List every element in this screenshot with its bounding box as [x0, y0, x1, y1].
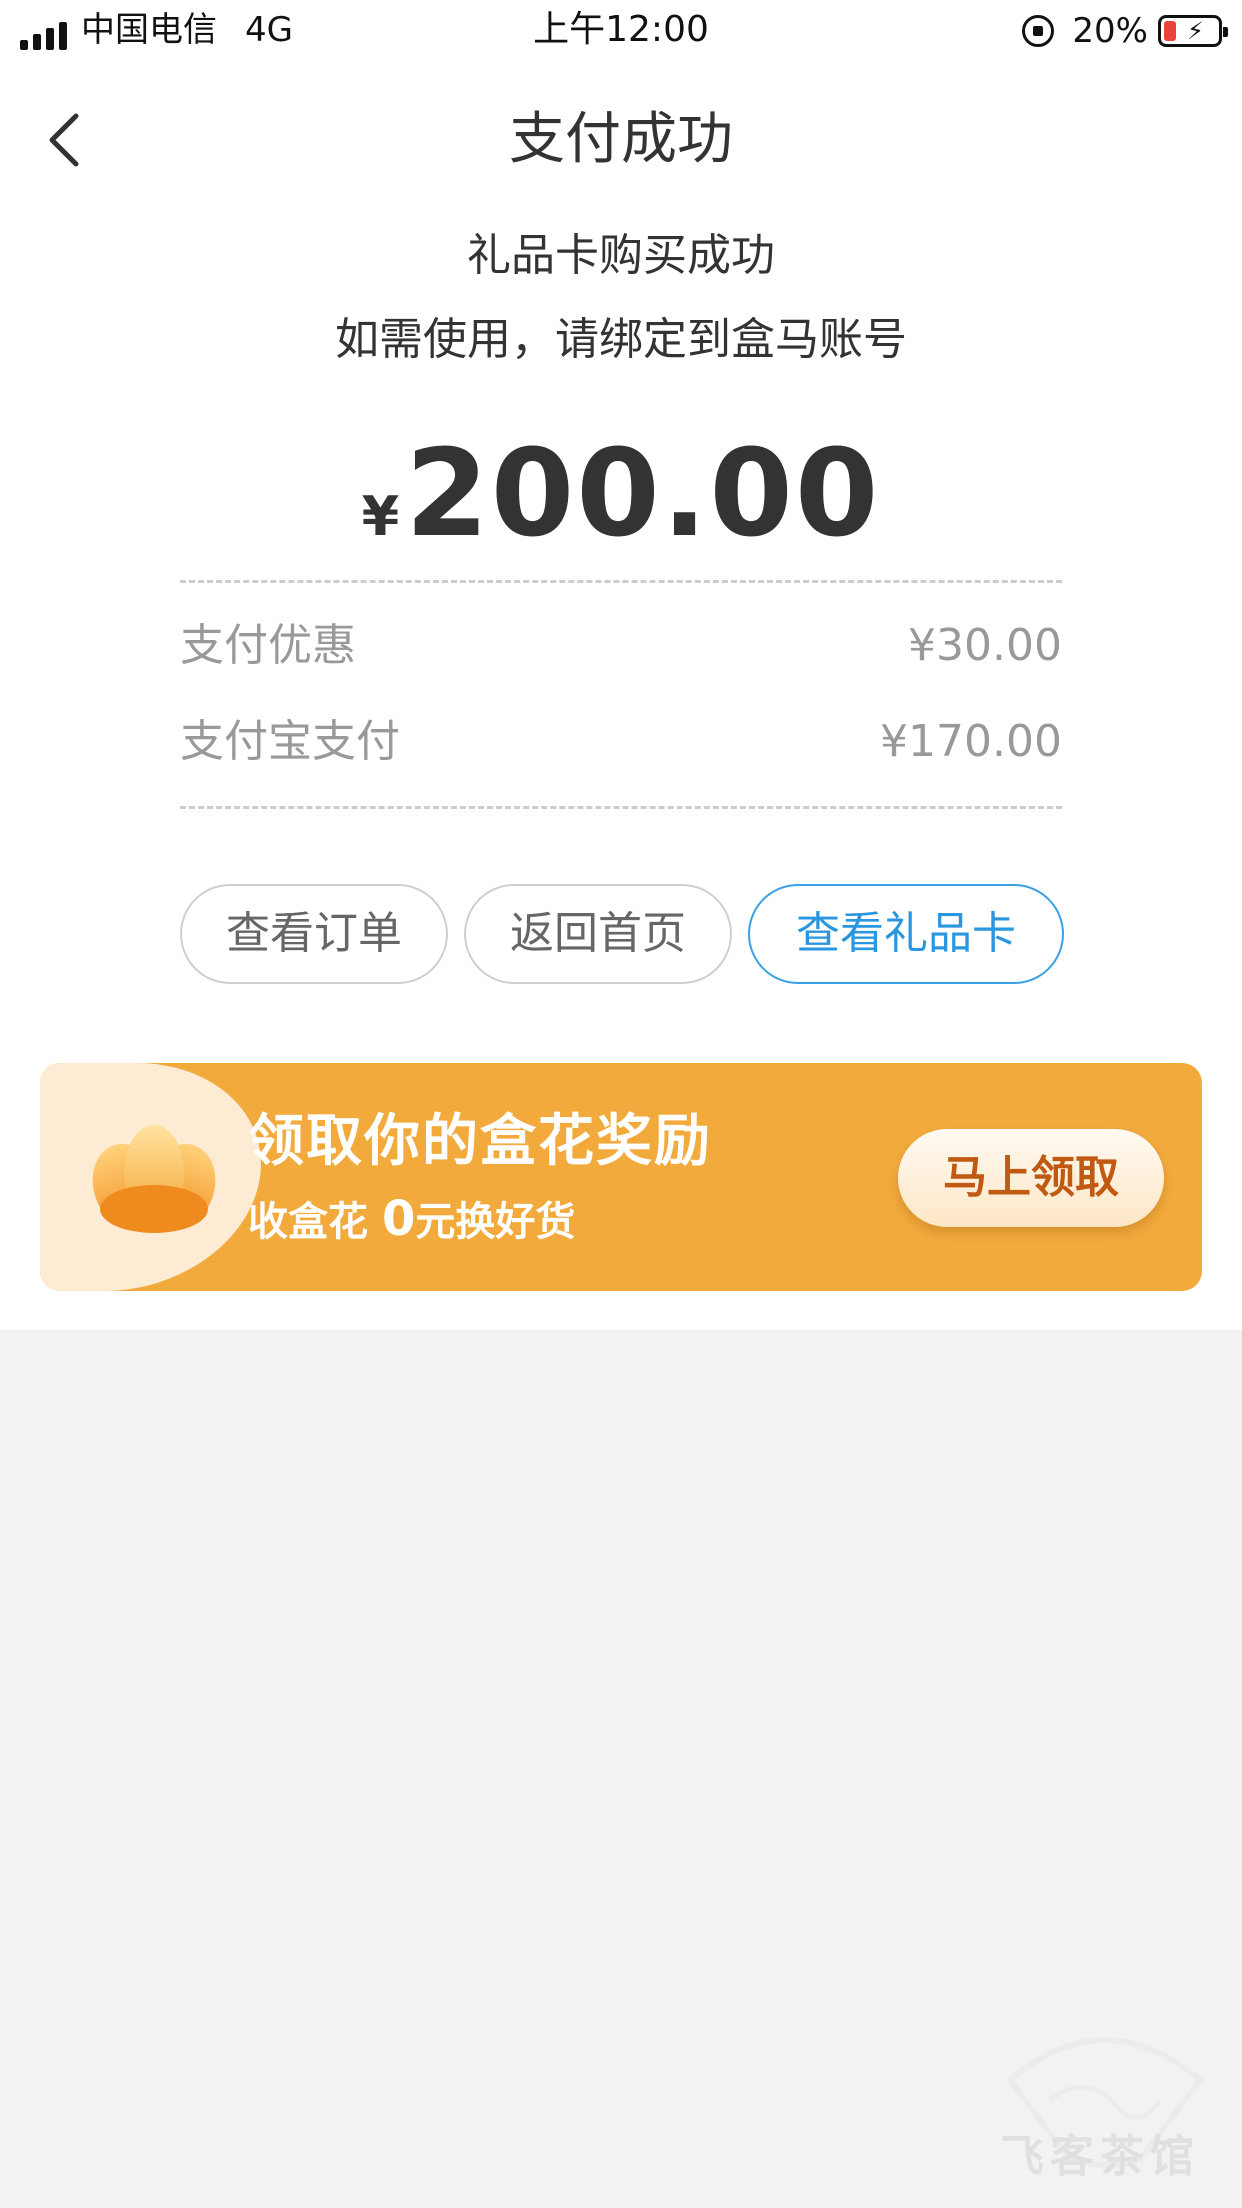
banner-title: 领取你的盒花奖励: [248, 1109, 712, 1174]
amount-value: 200.00: [405, 425, 881, 564]
back-home-button[interactable]: 返回首页: [464, 884, 732, 984]
battery-percent: 20%: [1072, 11, 1148, 51]
charging-icon: ⚡: [1187, 17, 1204, 45]
detail-row-alipay: 支付宝支付 ¥170.00: [180, 712, 1062, 772]
battery-level: [1164, 21, 1176, 41]
subtitle-number: 0: [381, 1191, 416, 1247]
rotation-lock-icon: [1022, 15, 1055, 47]
claim-now-button[interactable]: 马上领取: [898, 1129, 1164, 1227]
detail-row-discount: 支付优惠 ¥30.00: [180, 616, 1062, 676]
subtitle-prefix: 收盒花: [248, 1199, 382, 1245]
detail-label: 支付宝支付: [180, 716, 400, 767]
success-message: 礼品卡购买成功: [467, 230, 775, 281]
battery-icon: ⚡: [1158, 15, 1228, 47]
payment-success-screen: 中国电信 4G 上午12:00 20% ⚡ 支付成功 礼品卡购买成功 如需使用，…: [0, 0, 1242, 2208]
status-right: 20% ⚡: [1022, 10, 1228, 52]
view-order-button[interactable]: 查看订单: [180, 884, 448, 984]
nav-bar: 支付成功: [0, 90, 1242, 190]
divider-top: [180, 580, 1062, 583]
status-bar: 中国电信 4G 上午12:00 20% ⚡: [0, 0, 1242, 62]
page-title: 支付成功: [509, 107, 733, 172]
paid-amount: ¥200.00: [0, 425, 1242, 564]
flower-icon: [92, 1125, 216, 1233]
detail-value: ¥170.00: [880, 716, 1062, 767]
currency-symbol: ¥: [361, 485, 400, 548]
view-gift-card-button[interactable]: 查看礼品卡: [748, 884, 1064, 984]
subtitle-suffix: 元换好货: [415, 1199, 576, 1245]
banner-subtitle: 收盒花 0元换好货: [248, 1191, 575, 1250]
watermark-text: 飞客茶馆: [1000, 2131, 1200, 2182]
detail-label: 支付优惠: [180, 620, 356, 671]
reward-banner[interactable]: 领取你的盒花奖励 收盒花 0元换好货 马上领取: [40, 1063, 1202, 1291]
divider-bottom: [180, 806, 1062, 809]
detail-value: ¥30.00: [908, 620, 1062, 671]
binding-hint: 如需使用，请绑定到盒马账号: [335, 314, 907, 365]
